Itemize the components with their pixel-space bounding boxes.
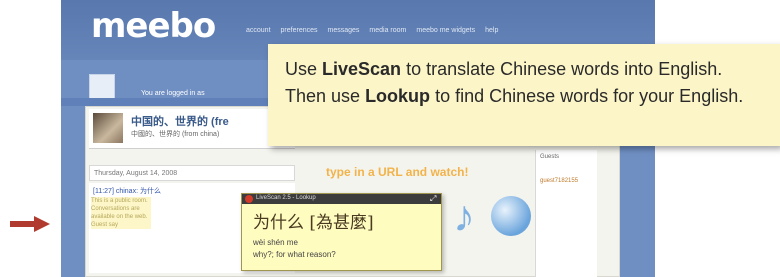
popup-title: LiveScan 2.5 - Lookup (256, 195, 316, 201)
nav-messages[interactable]: messages (328, 27, 360, 34)
app-logo: meebo (91, 6, 216, 46)
pin-icon[interactable]: ⤢ (430, 194, 436, 204)
popup-title-bar[interactable]: LiveScan 2.5 - Lookup ⤢ (242, 194, 441, 204)
conversation-title: 中国的、世界的 (fre (131, 116, 229, 128)
guests-panel: Guests guest7182155 (535, 150, 597, 277)
popup-definition: why?; for what reason? (253, 250, 336, 259)
message-text: This is a public room. Conversations are… (91, 197, 151, 229)
popup-pinyin: wèi shén me (253, 238, 298, 247)
nav-preferences[interactable]: preferences (281, 27, 318, 34)
message-sender: [11:27] chinax: 为什么 (93, 188, 161, 195)
callout-text-1: Use (285, 59, 323, 79)
conversation-avatar (93, 113, 123, 143)
guest-item[interactable]: guest7182155 (540, 178, 578, 184)
callout-text-3: to find Chinese words for your English. (430, 86, 744, 106)
instruction-callout: Use LiveScan to translate Chinese words … (268, 44, 780, 146)
livescan-app-icon (245, 195, 253, 203)
right-arrow-icon (10, 216, 50, 232)
nav-widgets[interactable]: meebo me widgets (416, 27, 475, 34)
callout-term-lookup: Lookup (365, 86, 431, 106)
nav-media-room[interactable]: media room (369, 27, 406, 34)
date-row: Thursday, August 14, 2008 (89, 165, 295, 181)
logged-in-label: You are logged in as (141, 90, 205, 97)
guests-label: Guests (540, 154, 560, 160)
conversation-header: 中国的、世界的 (fre 中國的、世界的 (from china) (89, 109, 295, 149)
music-note-icon: ♪ (453, 192, 475, 241)
lookup-popup: LiveScan 2.5 - Lookup ⤢ 为什么 [為甚麼] wèi sh… (241, 193, 442, 271)
nav-help[interactable]: help (485, 27, 498, 34)
nav-account[interactable]: account (246, 27, 271, 34)
callout-term-livescan: LiveScan (322, 59, 402, 79)
conversation-subtitle: 中國的、世界的 (from china) (131, 131, 220, 138)
popup-chinese-chars: 为什么 [為甚麼] (253, 213, 374, 233)
user-avatar[interactable] (89, 74, 115, 100)
globe-icon (491, 196, 531, 236)
top-nav: account preferences messages media room … (246, 27, 498, 34)
widget-headline: type in a URL and watch! (326, 165, 469, 179)
